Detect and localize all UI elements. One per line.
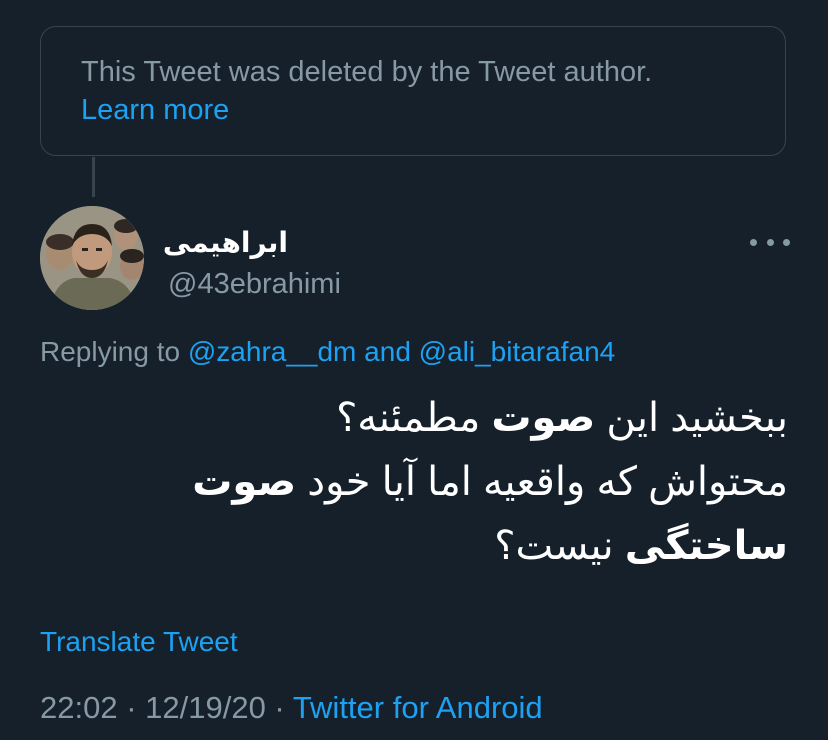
learn-more-link[interactable]: Learn more <box>81 91 745 129</box>
tweet-source-link[interactable]: Twitter for Android <box>293 690 543 725</box>
tweet-line-2: محتواش که واقعیه اما آیا خود صوت <box>192 460 788 504</box>
more-dot <box>750 238 757 246</box>
replying-conjunction: and <box>356 336 419 367</box>
tweet-date: 12/19/20 <box>145 690 266 725</box>
tweet-text: ببخشید این صوت مطمئنه؟ محتواش که واقعیه … <box>28 386 788 578</box>
avatar[interactable] <box>40 206 144 310</box>
tweet-line-3: ساختگی نیست؟ <box>494 524 788 568</box>
deleted-tweet-notice: This Tweet was deleted by the Tweet auth… <box>40 26 786 156</box>
author-display-name[interactable]: ابراهیمی <box>163 226 288 260</box>
more-dot <box>783 238 790 246</box>
mention-ali-bitarafan4[interactable]: @ali_bitarafan4 <box>419 336 616 367</box>
tweet-meta: 22:02 · 12/19/20 · Twitter for Android <box>40 689 543 727</box>
more-horizontal-icon[interactable] <box>750 230 790 254</box>
meta-separator: · <box>265 690 293 725</box>
translate-tweet-link[interactable]: Translate Tweet <box>40 624 238 660</box>
author-handle[interactable]: @43ebrahimi <box>168 266 341 302</box>
more-dot <box>766 238 774 246</box>
meta-separator: · <box>117 690 146 725</box>
deleted-notice-text: This Tweet was deleted by the Tweet auth… <box>81 56 653 88</box>
tweet-line-1: ببخشید این صوت مطمئنه؟ <box>336 396 788 440</box>
tweet-time: 22:02 <box>40 690 118 725</box>
replying-to-line: Replying to @zahra__dm and @ali_bitarafa… <box>40 334 615 370</box>
mention-zahra-dm[interactable]: @zahra__dm <box>188 336 357 367</box>
thread-connector-line <box>92 157 95 197</box>
replying-prefix: Replying to <box>40 336 188 367</box>
